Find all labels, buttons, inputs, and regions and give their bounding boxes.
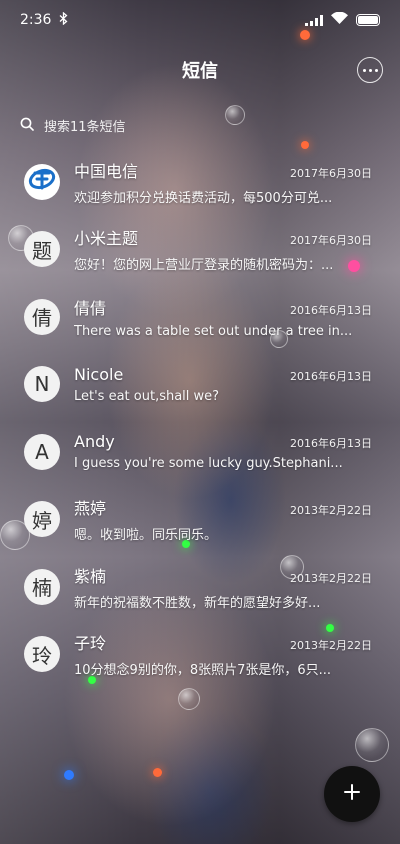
signal-icon [305,14,323,26]
thread-item[interactable]: 婷 燕婷 2013年2月22日 嗯。收到啦。同乐同乐。 [0,486,400,554]
message-date: 2017年6月30日 [290,234,372,248]
thread-list: 中国电信 2017年6月30日 欢迎参加积分兑换话费活动，每500分可兑... … [0,148,400,688]
page-title: 短信 [182,61,218,82]
thread-item[interactable]: N Nicole 2016年6月13日 Let's eat out,shall … [0,351,400,419]
app-header: 短信 [0,48,400,92]
thread-item[interactable]: 中国电信 2017年6月30日 欢迎参加积分兑换话费活动，每500分可兑... [0,148,400,216]
contact-name: 小米主题 [74,229,139,249]
bluetooth-icon [59,11,68,29]
avatar: 题 [24,231,60,268]
thread-item[interactable]: 玲 子玲 2013年2月22日 10分想念9别的你，8张照片7张是你，6只... [0,621,400,689]
search-input[interactable]: 搜索11条短信 [44,116,126,135]
thread-header: 子玲 2013年2月22日 [74,630,372,654]
thread-header: 小米主题 2017年6月30日 [74,225,372,249]
contact-name: 中国电信 [74,161,139,181]
thread-body: 中国电信 2017年6月30日 欢迎参加积分兑换话费活动，每500分可兑... [74,158,372,206]
status-left: 2:36 [20,11,68,29]
thread-body: 燕婷 2013年2月22日 嗯。收到啦。同乐同乐。 [74,495,372,543]
decor-bubble [355,728,389,762]
more-options-button[interactable] [357,57,383,83]
message-date: 2017年6月30日 [290,166,372,180]
avatar: 婷 [24,501,60,538]
decor-dot [153,768,162,777]
battery-icon [356,14,380,26]
avatar: 倩 [24,298,60,335]
message-preview: 欢迎参加积分兑换话费活动，每500分可兑... [74,190,333,206]
thread-body: 子玲 2013年2月22日 10分想念9别的你，8张照片7张是你，6只... [74,630,372,678]
thread-header: Andy 2016年6月13日 [74,432,372,451]
thread-header: 倩倩 2016年6月13日 [74,295,372,319]
message-date: 2016年6月13日 [290,437,372,451]
thread-header: 紫楠 2013年2月22日 [74,563,372,587]
thread-header: 燕婷 2013年2月22日 [74,495,372,519]
thread-body: 小米主题 2017年6月30日 您好！您的网上营业厅登录的随机密码为：... [74,225,372,273]
more-icon [362,68,366,72]
message-date: 2016年6月13日 [290,369,372,383]
thread-item[interactable]: 倩 倩倩 2016年6月13日 There was a table set ou… [0,283,400,351]
message-date: 2013年2月22日 [290,571,372,585]
message-preview: 新年的祝福数不胜数，新年的愿望好多好... [74,595,321,611]
message-preview: I guess you're some lucky guy.Stephani..… [74,456,343,472]
message-preview: 您好！您的网上营业厅登录的随机密码为：... [74,258,334,274]
status-time: 2:36 [20,12,52,28]
message-preview: Let's eat out,shall we? [74,388,220,404]
message-date: 2013年2月22日 [290,504,372,518]
wifi-icon [331,11,348,28]
thread-body: 紫楠 2013年2月22日 新年的祝福数不胜数，新年的愿望好多好... [74,563,372,611]
contact-name: 倩倩 [74,298,107,318]
thread-header: Nicole 2016年6月13日 [74,365,372,384]
thread-item[interactable]: 楠 紫楠 2013年2月22日 新年的祝福数不胜数，新年的愿望好多好... [0,553,400,621]
china-telecom-logo-icon [27,164,57,199]
message-preview: 嗯。收到啦。同乐同乐。 [74,528,218,544]
search-bar[interactable]: 搜索11条短信 [20,110,380,140]
compose-button[interactable] [324,766,380,822]
thread-item[interactable]: 题 小米主题 2017年6月30日 您好！您的网上营业厅登录的随机密码为：... [0,216,400,284]
decor-bubble [178,688,200,710]
thread-body: Andy 2016年6月13日 I guess you're some luck… [74,432,372,471]
decor-dot [64,770,74,780]
status-right [305,11,380,28]
thread-body: 倩倩 2016年6月13日 There was a table set out … [74,295,372,339]
avatar: 玲 [24,636,60,673]
avatar: A [24,433,60,470]
contact-name: Nicole [74,364,124,384]
avatar: N [24,366,60,403]
contact-name: Andy [74,432,115,452]
message-date: 2013年2月22日 [290,639,372,653]
contact-name: 紫楠 [74,566,107,586]
search-icon [20,116,34,135]
thread-body: Nicole 2016年6月13日 Let's eat out,shall we… [74,365,372,404]
status-bar: 2:36 [0,0,400,40]
contact-name: 燕婷 [74,499,107,519]
contact-name: 子玲 [74,634,107,654]
avatar [24,163,60,200]
thread-header: 中国电信 2017年6月30日 [74,158,372,182]
message-preview: There was a table set out under a tree i… [74,323,353,339]
message-date: 2016年6月13日 [290,303,372,317]
message-preview: 10分想念9别的你，8张照片7张是你，6只... [74,663,332,679]
plus-icon [343,783,361,805]
thread-item[interactable]: A Andy 2016年6月13日 I guess you're some lu… [0,418,400,486]
avatar: 楠 [24,568,60,605]
